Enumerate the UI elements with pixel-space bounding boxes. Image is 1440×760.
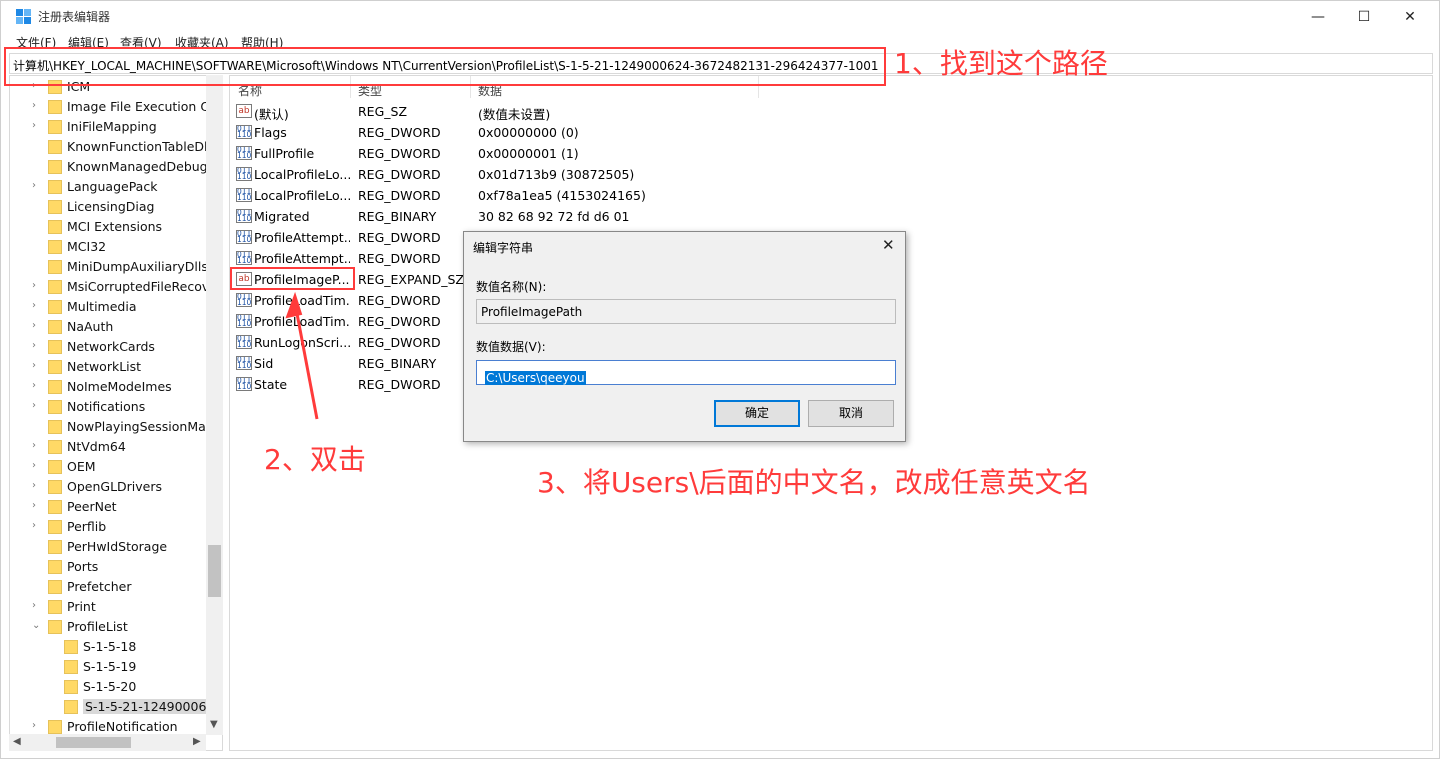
- value-data-label: 数值数据(V):: [476, 340, 546, 354]
- value-data-text[interactable]: C:\Users\qeeyou: [485, 371, 586, 385]
- value-name-text: ProfileImagePath: [481, 305, 583, 319]
- cancel-button[interactable]: 取消: [808, 400, 894, 427]
- value-data-input[interactable]: C:\Users\qeeyou: [476, 360, 896, 385]
- dialog-title: 编辑字符串: [473, 241, 534, 255]
- edit-string-dialog: 编辑字符串 ✕ 数值名称(N): ProfileImagePath 数值数据(V…: [463, 231, 906, 442]
- regedit-window: 注册表编辑器 — ☐ ✕ 文件(F) 编辑(E) 查看(V) 收藏夹(A) 帮助…: [0, 0, 1440, 759]
- ok-button[interactable]: 确定: [714, 400, 800, 427]
- value-name-label: 数值名称(N):: [476, 280, 547, 294]
- dialog-close-icon[interactable]: ✕: [882, 236, 895, 254]
- value-name-field: ProfileImagePath: [476, 299, 896, 324]
